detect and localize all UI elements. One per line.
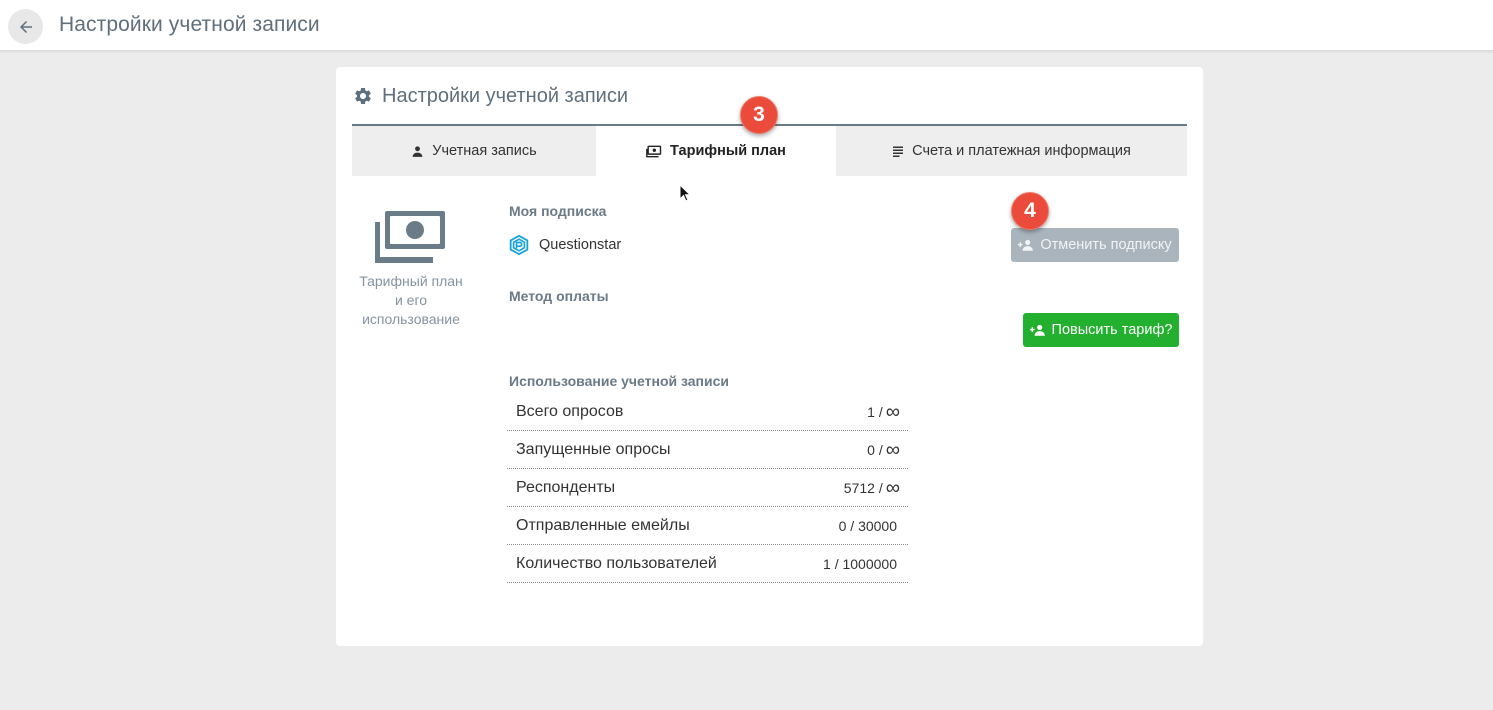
usage-limit: ∞ bbox=[885, 476, 900, 499]
money-icon bbox=[375, 211, 445, 263]
usage-heading: Использование учетной записи bbox=[509, 373, 730, 389]
usage-name: Запущенные опросы bbox=[516, 440, 671, 458]
tab-plan-label: Тарифный план bbox=[670, 143, 786, 159]
usage-used: 1 / 1000000 bbox=[823, 555, 897, 572]
usage-value: 0 / ∞ bbox=[867, 438, 900, 461]
usage-value: 0 / 30000 bbox=[839, 518, 900, 534]
upgrade-plan-button[interactable]: Повысить тариф? bbox=[1023, 313, 1179, 347]
page-title: Настройки учетной записи bbox=[59, 13, 320, 36]
usage-used: 5712 / bbox=[843, 479, 883, 496]
usage-name: Респонденты bbox=[516, 478, 616, 496]
top-bar: Настройки учетной записи bbox=[0, 0, 1493, 51]
tab-account-label: Учетная запись bbox=[432, 143, 537, 159]
tab-plan[interactable]: Тарифный план bbox=[596, 126, 836, 176]
settings-card: Настройки учетной записи Учетная запись … bbox=[336, 67, 1203, 646]
usage-limit: ∞ bbox=[885, 400, 900, 423]
plan-summary: Тарифный план и его использование bbox=[356, 209, 466, 329]
usage-value: 5712 / ∞ bbox=[843, 476, 900, 499]
step-3-marker: 3 bbox=[740, 96, 778, 134]
usage-used: 0 / bbox=[867, 441, 883, 458]
remove-user-icon bbox=[1018, 239, 1034, 251]
usage-name: Количество пользователей bbox=[516, 554, 717, 572]
usage-name: Всего опросов bbox=[516, 402, 624, 420]
usage-name: Отправленные емейлы bbox=[516, 516, 690, 534]
plan-name: Questionstar bbox=[539, 237, 622, 253]
gear-icon bbox=[355, 87, 371, 104]
arrow-left-icon bbox=[19, 20, 32, 33]
card-title: Настройки учетной записи bbox=[382, 84, 629, 107]
usage-used: 1 / bbox=[867, 403, 883, 420]
tab-billing[interactable]: Счета и платежная информация bbox=[836, 126, 1187, 176]
card-header: Настройки учетной записи bbox=[353, 84, 628, 108]
usage-limit: ∞ bbox=[885, 438, 900, 461]
add-user-icon bbox=[1029, 324, 1045, 336]
back-button[interactable] bbox=[8, 9, 43, 44]
table-row: Респонденты 5712 / ∞ bbox=[507, 469, 908, 507]
table-row: Отправленные емейлы 0 / 30000 bbox=[507, 507, 908, 545]
usage-used: 0 / 30000 bbox=[838, 517, 897, 534]
mouse-cursor-icon bbox=[679, 184, 691, 202]
person-icon bbox=[412, 145, 423, 157]
table-row: Всего опросов 1 / ∞ bbox=[507, 393, 908, 431]
usage-table: Всего опросов 1 / ∞ Запущенные опросы 0 … bbox=[507, 393, 908, 583]
payment-method-heading: Метод оплаты bbox=[509, 288, 609, 304]
tab-bar: Учетная запись Тарифный план Счета и пла… bbox=[352, 124, 1187, 176]
table-row: Запущенные опросы 0 / ∞ bbox=[507, 431, 908, 469]
tab-account[interactable]: Учетная запись bbox=[352, 126, 596, 176]
usage-value: 1 / 1000000 bbox=[823, 556, 900, 572]
cancel-subscription-button[interactable]: Отменить подписку bbox=[1011, 228, 1179, 262]
table-row: Количество пользователей 1 / 1000000 bbox=[507, 545, 908, 583]
tab-billing-label: Счета и платежная информация bbox=[912, 143, 1131, 159]
usage-value: 1 / ∞ bbox=[867, 400, 900, 423]
questionstar-logo-icon bbox=[509, 235, 529, 255]
list-icon bbox=[893, 146, 904, 157]
subscription-plan: Questionstar bbox=[509, 235, 621, 255]
step-4-marker: 4 bbox=[1011, 192, 1049, 230]
subscription-heading: Моя подписка bbox=[509, 203, 607, 219]
money-icon bbox=[646, 145, 662, 157]
cancel-subscription-label: Отменить подписку bbox=[1040, 237, 1172, 253]
plan-summary-label: Тарифный план и его использование bbox=[359, 273, 463, 327]
upgrade-plan-label: Повысить тариф? bbox=[1051, 322, 1173, 338]
